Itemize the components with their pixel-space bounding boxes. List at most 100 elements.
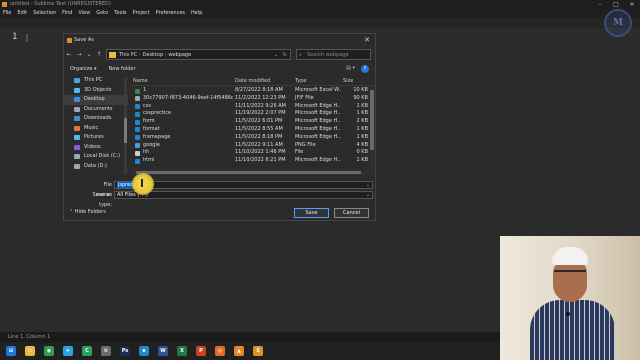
file-row[interactable]: css 11/11/2022 9:26 AM Microsoft Edge H...… <box>130 103 375 111</box>
sublime-icon[interactable]: S <box>253 346 263 356</box>
column-name[interactable]: Name <box>133 76 148 86</box>
menu-selection[interactable]: Selection <box>33 9 56 18</box>
file-type: JFIF File <box>295 94 314 101</box>
powerpoint-icon[interactable]: P <box>196 346 206 356</box>
search-input[interactable]: ⌕ Search webpage <box>296 49 371 60</box>
edge-icon[interactable]: e <box>139 346 149 356</box>
text-cursor <box>26 34 28 42</box>
file-date: 11/5/2022 8:55 AM <box>235 125 283 132</box>
maximize-button[interactable]: □ <box>608 0 624 9</box>
tab-bar <box>0 18 640 28</box>
nav-item-pictures[interactable]: Pictures <box>64 133 128 143</box>
nav-item-videos[interactable]: Videos <box>64 143 128 153</box>
file-explorer-icon[interactable]: ▭ <box>25 346 35 356</box>
close-icon[interactable]: ✕ <box>364 34 370 47</box>
file-list-vertical-scrollbar[interactable] <box>370 86 374 169</box>
column-size[interactable]: Size <box>343 76 353 86</box>
photoshop-icon[interactable]: Ps <box>120 346 130 356</box>
menu-edit[interactable]: Edit <box>17 9 27 18</box>
nav-scrollbar-thumb[interactable] <box>124 118 127 143</box>
forward-arrow-icon[interactable]: → <box>74 51 84 58</box>
breadcrumb-webpage[interactable]: webpage <box>168 52 191 58</box>
computer-icon <box>74 78 80 83</box>
nav-item-data-drive[interactable]: Data (D:) <box>64 162 128 172</box>
chrome-icon[interactable]: ◉ <box>44 346 54 356</box>
nav-item-downloads[interactable]: Downloads <box>64 114 128 124</box>
close-window-button[interactable]: ✕ <box>624 0 640 9</box>
nav-item-music[interactable]: Music <box>64 124 128 134</box>
file-row[interactable]: hh 11/10/2022 1:46 PM File 0 KB <box>130 149 375 157</box>
camtasia-icon[interactable]: C <box>82 346 92 356</box>
file-row[interactable]: google 11/5/2022 9:11 AM PNG File 4 KB <box>130 142 375 150</box>
vlc-icon[interactable]: ▲ <box>234 346 244 356</box>
nav-item-3d-objects[interactable]: 3D Objects <box>64 86 128 96</box>
menu-help[interactable]: Help <box>191 9 202 18</box>
file-row[interactable]: format 11/5/2022 8:55 AM Microsoft Edge H.… <box>130 126 375 134</box>
up-arrow-icon[interactable]: ↑ <box>94 51 104 58</box>
menu-project[interactable]: Project <box>133 9 150 18</box>
firefox-icon[interactable]: ◎ <box>215 346 225 356</box>
menu-preferences[interactable]: Preferences <box>156 9 185 18</box>
menu-tools[interactable]: Tools <box>114 9 126 18</box>
address-bar[interactable]: This PC › Desktop › webpage ⌄ ↻ <box>106 49 291 60</box>
file-icon <box>135 127 140 133</box>
document-icon <box>74 106 80 112</box>
horizontal-scrollbar-thumb[interactable] <box>136 171 361 174</box>
video-icon <box>74 144 80 150</box>
file-name: 30c77907-f873-4046-9eef-14f5486d6a50 <box>143 94 233 101</box>
file-row[interactable]: html 11/10/2022 6:21 PM Microsoft Edge H..… <box>130 157 375 165</box>
nav-scrollbar[interactable] <box>124 78 127 174</box>
save-button[interactable]: Save <box>294 208 329 218</box>
chevron-down-icon[interactable]: ⌄ <box>366 182 370 189</box>
breadcrumb-this-pc[interactable]: This PC <box>119 52 137 58</box>
minimize-button[interactable]: – <box>592 0 608 9</box>
nav-item-desktop[interactable]: Desktop <box>64 95 128 105</box>
view-options-icon[interactable]: ▤ ▾ <box>346 65 355 73</box>
file-type: File <box>295 149 304 156</box>
save-type-select[interactable]: All Files (*.*) ⌄ <box>114 191 373 199</box>
file-icon <box>135 88 140 94</box>
save-type-row: Save as type: All Files (*.*) ⌄ <box>64 190 375 208</box>
file-row[interactable]: form 11/5/2022 6:01 PM Microsoft Edge H...… <box>130 118 375 126</box>
new-folder-button[interactable]: New folder <box>109 66 136 72</box>
organize-button[interactable]: Organize ▾ <box>70 66 97 72</box>
file-row[interactable]: cssprectice 11/19/2022 2:07 PM Microsoft E… <box>130 110 375 118</box>
vertical-scrollbar-thumb[interactable] <box>370 90 374 150</box>
menu-find[interactable]: Find <box>62 9 72 18</box>
back-arrow-icon[interactable]: ← <box>64 51 74 58</box>
windows-icon[interactable]: ⊞ <box>6 346 16 356</box>
column-type[interactable]: Type <box>295 76 306 86</box>
file-row[interactable]: 30c77907-f873-4046-9eef-14f5486d6a5011/2… <box>130 95 375 103</box>
webcam-person-hat <box>552 247 588 265</box>
column-date-modified[interactable]: Date modified <box>235 76 270 86</box>
file-date: 11/19/2022 2:07 PM <box>235 110 286 117</box>
menu-goto[interactable]: Goto <box>96 9 108 18</box>
file-date: 11/10/2022 6:21 PM <box>235 157 286 164</box>
telegram-icon[interactable]: ➤ <box>63 346 73 356</box>
file-row[interactable]: framepage 11/5/2022 8:18 PM Microsoft Edge… <box>130 134 375 142</box>
file-date: 11/11/2022 9:26 AM <box>235 102 286 109</box>
file-row[interactable]: 1 8/27/2022 8:18 AM Microsoft Excel W... 10… <box>130 87 375 95</box>
menu-file[interactable]: File <box>3 9 11 18</box>
nav-item-documents[interactable]: Documents <box>64 105 128 115</box>
menu-view[interactable]: View <box>78 9 90 18</box>
nav-item-local-disk[interactable]: Local Disk (C:) <box>64 152 128 162</box>
nav-item-this-pc[interactable]: This PC <box>64 76 128 86</box>
refresh-icon[interactable]: ↻ <box>283 50 287 60</box>
hide-folders-toggle[interactable]: ⌃ Hide Folders <box>69 209 106 215</box>
word-icon[interactable]: W <box>158 346 168 356</box>
breadcrumb-desktop[interactable]: Desktop <box>143 52 164 58</box>
cube-icon <box>74 87 80 93</box>
recent-locations-icon[interactable]: ⌄ <box>84 51 94 58</box>
navigation-pane: This PC 3D Objects Desktop Documents Dow… <box>64 76 128 176</box>
file-name-row: File name: jsprectice ⌄ <box>64 180 375 198</box>
help-icon[interactable]: ? <box>361 65 369 73</box>
chevron-down-icon[interactable]: ⌄ <box>366 192 370 199</box>
settings-icon[interactable]: ⚙ <box>101 346 111 356</box>
chevron-down-icon[interactable]: ⌄ <box>274 50 278 60</box>
excel-icon[interactable]: X <box>177 346 187 356</box>
file-icon <box>135 104 140 110</box>
file-type: Microsoft Edge H... <box>295 118 341 125</box>
cancel-button[interactable]: Cancel <box>334 208 369 218</box>
file-list-horizontal-scrollbar[interactable] <box>130 170 375 175</box>
